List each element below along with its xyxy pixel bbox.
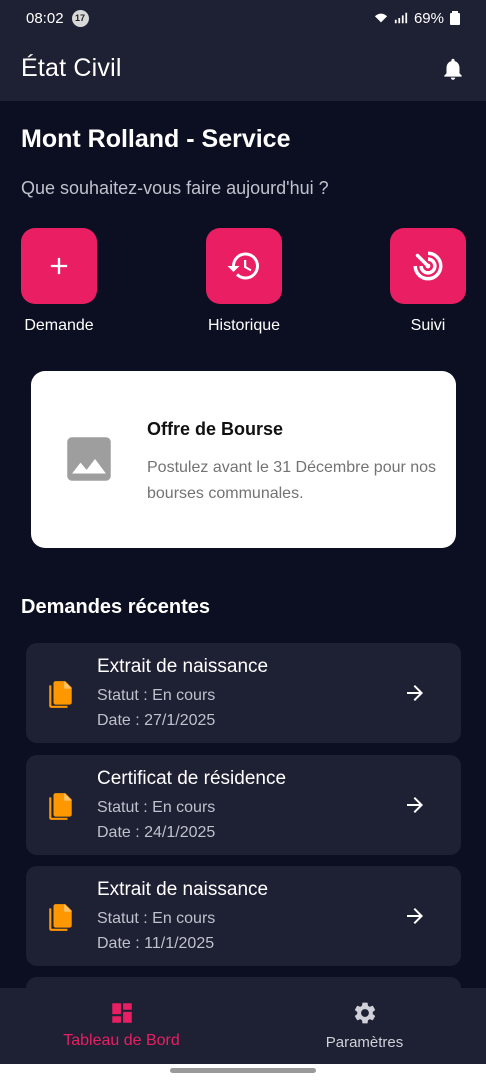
promo-text: Postulez avant le 31 Décembre pour nos b… (147, 459, 437, 502)
arrow-right-icon[interactable] (403, 681, 427, 705)
page-title: Mont Rolland - Service (21, 125, 291, 153)
gesture-area (0, 1064, 486, 1080)
request-card[interactable]: Extrait de naissance Statut : En cours D… (26, 643, 461, 743)
request-date: Date : 24/1/2025 (97, 824, 216, 841)
recent-requests-title: Demandes récentes (21, 596, 210, 618)
track-icon (413, 248, 443, 281)
main-content[interactable]: Mont Rolland - Service Que souhaitez-vou… (0, 101, 486, 988)
demande-label: Demande (24, 317, 94, 334)
bell-icon[interactable] (440, 56, 466, 82)
historique-label: Historique (207, 317, 281, 334)
historique-action[interactable]: Historique (196, 228, 292, 335)
plus-icon (50, 257, 68, 275)
status-bar: 08:02 17 69% (0, 0, 486, 36)
suivi-action[interactable]: Suivi (380, 228, 476, 335)
request-card[interactable]: Certificat de résidence Statut : En cour… (26, 755, 461, 855)
request-title: Certificat de résidence (97, 768, 287, 789)
gear-icon (354, 1002, 375, 1024)
request-status: Statut : En cours (97, 910, 216, 927)
request-date: Date : 27/1/2025 (97, 712, 216, 729)
notification-count-badge: 17 (71, 9, 89, 27)
suivi-label: Suivi (410, 317, 446, 334)
request-title: Extrait de naissance (97, 879, 269, 900)
document-icon (49, 793, 72, 820)
document-icon (49, 681, 72, 708)
nav-parametres[interactable]: Paramètres (243, 988, 486, 1064)
arrow-right-icon[interactable] (403, 793, 427, 817)
status-right: 69% (374, 10, 460, 27)
battery-level: 69% (413, 9, 444, 27)
page-subtitle: Que souhaitez-vous faire aujourd'hui ? (21, 178, 329, 198)
nav-label-parametres: Paramètres (325, 1034, 404, 1051)
status-left: 08:02 17 (26, 9, 89, 27)
app-bar: État Civil (0, 36, 486, 101)
app-title: État Civil (21, 54, 122, 82)
demande-action[interactable]: Demande (11, 228, 107, 335)
request-title: Extrait de naissance (97, 656, 269, 677)
bottom-nav: Tableau de Bord Paramètres (0, 988, 486, 1064)
signal-icon (394, 12, 408, 24)
promo-title: Offre de Bourse (147, 419, 284, 439)
historique-tile[interactable] (206, 228, 282, 304)
promo-card[interactable]: Offre de Bourse Postulez avant le 31 Déc… (31, 371, 456, 548)
arrow-right-icon[interactable] (403, 904, 427, 928)
dashboard-icon (111, 1003, 132, 1023)
battery-icon (450, 11, 460, 25)
history-icon (227, 252, 259, 280)
demande-tile[interactable] (21, 228, 97, 304)
request-card[interactable]: Extrait de naissance Statut : En cours D… (26, 866, 461, 966)
request-date: Date : 11/1/2025 (97, 935, 215, 952)
document-icon (49, 904, 72, 931)
status-time: 08:02 (26, 9, 64, 27)
request-status: Statut : En cours (97, 799, 216, 816)
request-card[interactable] (26, 977, 461, 988)
image-placeholder-icon (67, 437, 111, 481)
nav-tableau-de-bord[interactable]: Tableau de Bord (0, 988, 243, 1064)
wifi-icon (374, 13, 388, 23)
request-status: Statut : En cours (97, 687, 216, 704)
home-gesture-bar[interactable] (170, 1068, 316, 1073)
nav-label-tableau-de-bord: Tableau de Bord (63, 1032, 180, 1049)
suivi-tile[interactable] (390, 228, 466, 304)
